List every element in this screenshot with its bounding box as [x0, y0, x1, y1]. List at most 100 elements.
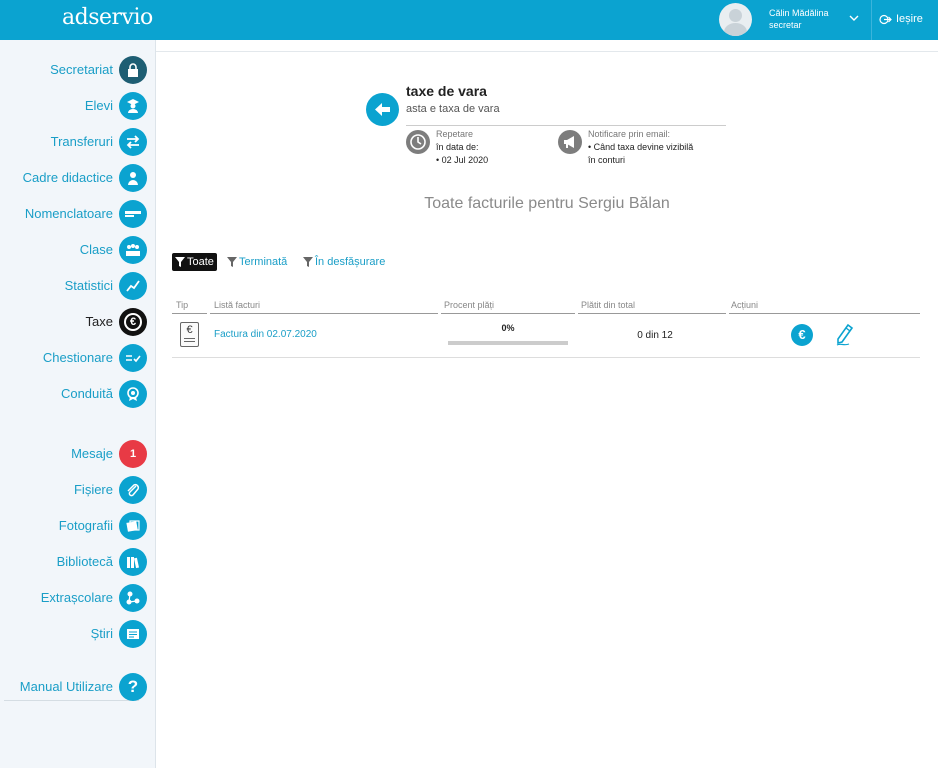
filter-done-label: Terminată [239, 256, 288, 268]
class-icon [119, 236, 147, 264]
sidebar-item-statistici[interactable]: Statistici [0, 271, 156, 301]
sidebar-item-transferuri[interactable]: Transferuri [0, 127, 156, 157]
repeat-on: în data de: [436, 142, 479, 152]
teacher-icon [119, 164, 147, 192]
column-header-percent: Procent plăți [444, 300, 495, 310]
header-underline [729, 313, 920, 314]
header-underline [172, 313, 207, 314]
repeat-info: Repetare în data de: • 02 Jul 2020 [436, 128, 488, 167]
sidebar: Secretariat Elevi Transferuri Cadre dida… [0, 40, 156, 768]
sidebar-item-biblioteca[interactable]: Bibliotecă [0, 547, 156, 577]
sidebar-item-extrascolare[interactable]: Extrașcolare [0, 583, 156, 613]
paperclip-icon [119, 476, 147, 504]
repeat-label: Repetare [436, 129, 474, 139]
stats-icon [119, 272, 147, 300]
transfer-icon [119, 128, 147, 156]
sidebar-item-nomenclatoare[interactable]: Nomenclatoare [0, 199, 156, 229]
pay-euro-button[interactable]: € [791, 324, 813, 346]
clock-icon [406, 130, 430, 154]
sidebar-item-fisiere[interactable]: Fișiere [0, 475, 156, 505]
payment-percent: 0% [501, 323, 515, 333]
survey-icon [119, 344, 147, 372]
photo-icon [119, 512, 147, 540]
sidebar-item-label: Elevi [84, 98, 113, 113]
message-count-badge: 1 [119, 440, 147, 468]
column-header-type: Tip [176, 300, 189, 310]
list-icon [119, 200, 147, 228]
lock-icon [119, 56, 147, 84]
student-icon [119, 92, 147, 120]
sidebar-item-label: Extrașcolare [40, 590, 113, 605]
invoice-euro-icon: € [180, 322, 199, 347]
sidebar-item-label: Fișiere [73, 482, 113, 497]
app-logo[interactable]: adservio [62, 5, 153, 30]
sidebar-item-conduita[interactable]: Conduită [0, 379, 156, 409]
column-header-paid: Plătit din total [581, 300, 636, 310]
news-icon [119, 620, 147, 648]
filter-icon [303, 257, 313, 267]
sidebar-item-label: Bibliotecă [56, 554, 113, 569]
sidebar-item-label: Manual Utilizare [19, 679, 113, 694]
filter-done[interactable]: Terminată [227, 253, 287, 271]
fee-subtitle: asta e taxa de vara [406, 103, 500, 115]
fee-divider [406, 125, 726, 126]
arrow-left-icon [375, 103, 390, 116]
filter-icon [227, 257, 237, 267]
user-name: Călin Mădălina [769, 8, 829, 18]
chevron-down-icon[interactable] [848, 12, 860, 24]
user-info[interactable]: Călin Mădălina secretar [769, 7, 829, 31]
sidebar-item-label: Nomenclatoare [24, 206, 113, 221]
back-button[interactable] [366, 93, 399, 126]
page-title: Toate facturile pentru Sergiu Bălan [424, 195, 670, 212]
top-bar: adservio Călin Mădălina secretar Ieșire [0, 0, 938, 40]
euro-icon: € [119, 308, 147, 336]
payment-progress-bar [448, 341, 568, 345]
notify-line1: • Când taxa devine vizibilă [588, 142, 694, 152]
filter-all-label: Toate [187, 256, 214, 268]
edit-pencil-icon[interactable] [835, 323, 855, 347]
award-icon [119, 380, 147, 408]
sidebar-item-label: Conduită [60, 386, 113, 401]
column-header-invoices: Listă facturi [214, 300, 261, 310]
notify-line2: în conturi [588, 155, 626, 165]
sidebar-item-label: Statistici [64, 278, 113, 293]
notify-info: Notificare prin email: • Când taxa devin… [588, 128, 693, 167]
header-underline [578, 313, 726, 314]
fee-title: taxe de vara [406, 83, 487, 99]
megaphone-icon [558, 130, 582, 154]
repeat-date: • 02 Jul 2020 [436, 155, 489, 165]
filter-ongoing[interactable]: În desfășurare [303, 253, 385, 271]
avatar[interactable] [719, 3, 752, 36]
sidebar-item-manual-utilizare[interactable]: Manual Utilizare ? [0, 672, 156, 702]
sidebar-item-label: Taxe [85, 314, 113, 329]
filter-all[interactable]: Toate [172, 253, 217, 271]
sidebar-item-label: Mesaje [71, 446, 113, 461]
sidebar-item-label: Chestionare [42, 350, 113, 365]
sidebar-item-label: Fotografii [58, 518, 113, 533]
sidebar-item-stiri[interactable]: Știri [0, 619, 156, 649]
content-panel [156, 51, 938, 768]
sidebar-item-taxe[interactable]: Taxe € [0, 307, 156, 337]
sidebar-item-label: Știri [90, 626, 113, 641]
sidebar-item-mesaje[interactable]: Mesaje 1 [0, 439, 156, 469]
sidebar-item-clase[interactable]: Clase [0, 235, 156, 265]
paid-of-total: 0 din 12 [637, 330, 673, 341]
sidebar-item-label: Secretariat [50, 62, 113, 77]
sidebar-item-chestionare[interactable]: Chestionare [0, 343, 156, 373]
sidebar-item-label: Cadre didactice [22, 170, 113, 185]
sidebar-item-label: Clase [79, 242, 113, 257]
logout-label: Ieșire [896, 13, 923, 25]
header-underline [210, 313, 438, 314]
invoice-link[interactable]: Factura din 02.07.2020 [214, 329, 317, 340]
network-icon [119, 584, 147, 612]
book-icon [119, 548, 147, 576]
sidebar-item-fotografii[interactable]: Fotografii [0, 511, 156, 541]
logout-button[interactable]: Ieșire [879, 13, 923, 25]
logout-icon [879, 14, 892, 24]
user-role: secretar [769, 20, 802, 30]
sidebar-item-secretariat[interactable]: Secretariat [0, 55, 156, 85]
sidebar-item-elevi[interactable]: Elevi [0, 91, 156, 121]
sidebar-item-cadre-didactice[interactable]: Cadre didactice [0, 163, 156, 193]
header-divider [871, 0, 872, 40]
help-icon: ? [119, 673, 147, 701]
